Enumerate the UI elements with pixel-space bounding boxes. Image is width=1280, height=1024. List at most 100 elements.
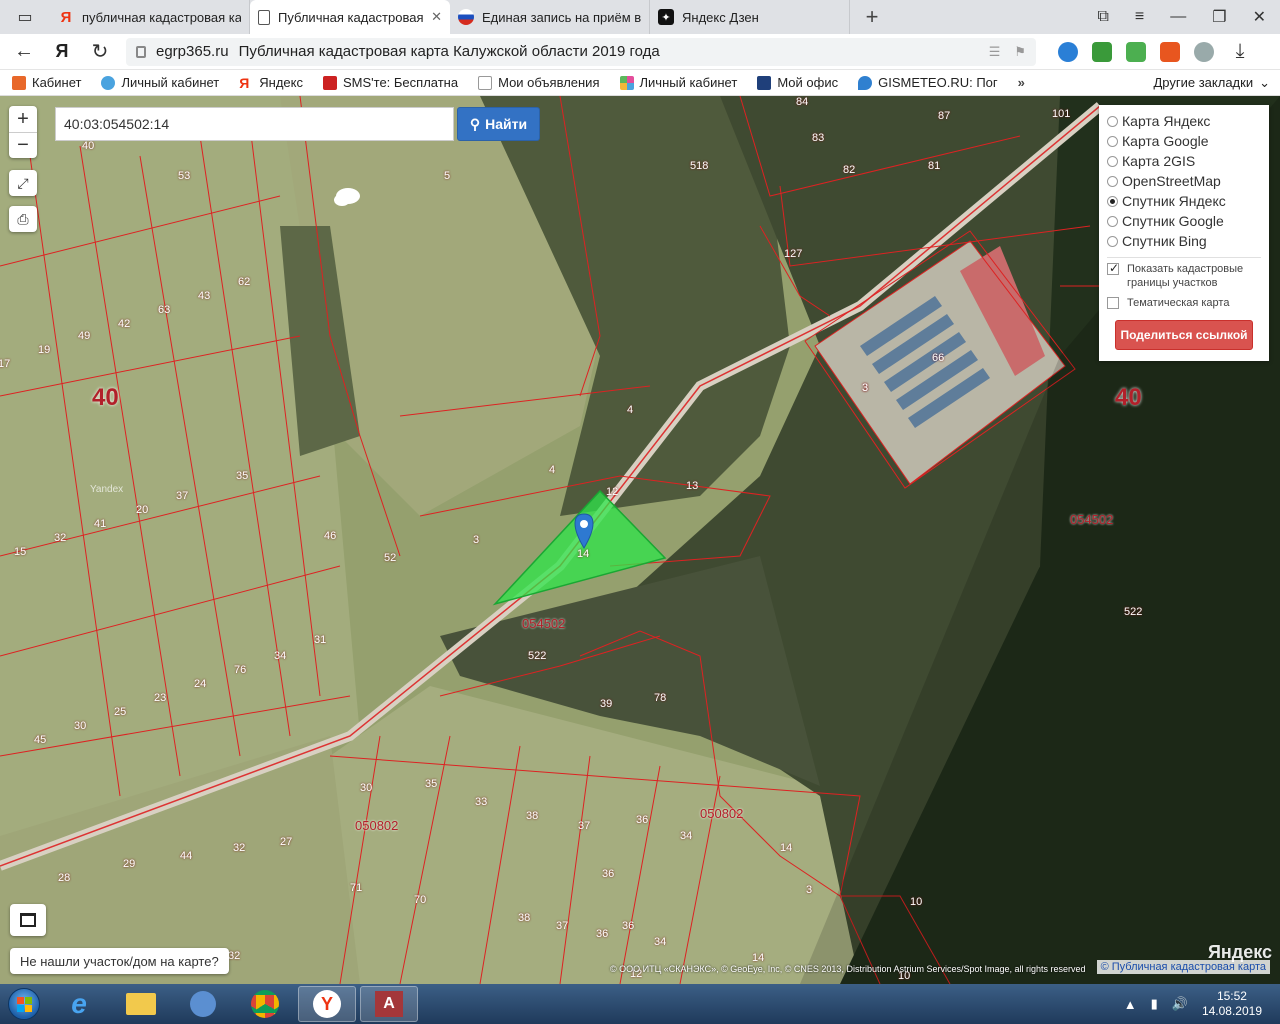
tab-title: Единая запись на приём в bbox=[482, 9, 641, 25]
house-help-button[interactable] bbox=[10, 904, 46, 936]
parcel-number: 32 bbox=[54, 532, 67, 544]
ext-download-icon[interactable] bbox=[1126, 41, 1146, 62]
radio-icon[interactable] bbox=[1107, 115, 1118, 127]
chrome-icon[interactable] bbox=[236, 986, 294, 1022]
layer-option[interactable]: Спутник Google bbox=[1107, 211, 1261, 231]
parcel-number: 34 bbox=[680, 830, 693, 842]
access-icon[interactable]: A bbox=[360, 986, 418, 1022]
start-button[interactable] bbox=[0, 984, 48, 1024]
bookmark-item[interactable]: Мои объявления bbox=[478, 75, 600, 90]
bookmark-item[interactable]: Мой офис bbox=[757, 75, 838, 90]
downloads-icon[interactable]: ⤓ bbox=[1228, 40, 1252, 63]
volume-icon[interactable]: 🔊 bbox=[1172, 996, 1188, 1012]
more-bookmarks-icon[interactable]: » bbox=[1018, 75, 1025, 90]
yandex-logo-icon[interactable]: Я bbox=[50, 41, 74, 62]
radio-icon[interactable] bbox=[1107, 175, 1118, 187]
bookmark-collection-icon[interactable]: ⧉ bbox=[1097, 8, 1108, 26]
thematic-map-option[interactable]: Тематическая карта bbox=[1107, 296, 1261, 310]
office-icon[interactable] bbox=[1160, 41, 1180, 62]
tab-3[interactable]: Единая запись на приём в bbox=[450, 0, 650, 34]
quarter-label: 054502 bbox=[1070, 512, 1114, 527]
network-icon[interactable]: ▮ bbox=[1151, 996, 1158, 1012]
radio-icon[interactable] bbox=[1107, 135, 1118, 147]
minimize-icon[interactable]: — bbox=[1170, 8, 1186, 26]
bookmark-item[interactable]: Личный кабинет bbox=[101, 75, 219, 90]
fullscreen-button[interactable]: ⤢ bbox=[9, 170, 37, 196]
tab-2-active[interactable]: Публичная кадастровая ✕ bbox=[250, 0, 450, 34]
parcel-number: 522 bbox=[528, 650, 547, 662]
reader-mode-icon[interactable]: ☰ bbox=[989, 44, 1001, 60]
show-borders-option[interactable]: Показать кадастровые границы участков bbox=[1107, 261, 1261, 290]
url-field[interactable]: egrp365.ru Публичная кадастровая карта К… bbox=[126, 37, 1036, 66]
bookmark-item[interactable]: Личный кабинет bbox=[619, 75, 737, 90]
file-explorer-icon[interactable] bbox=[112, 986, 170, 1022]
parcel-number: 52 bbox=[384, 552, 397, 564]
cadastral-number-search-input[interactable] bbox=[55, 107, 454, 141]
menu-icon[interactable]: ≡ bbox=[1135, 8, 1144, 26]
close-window-icon[interactable]: ✕ bbox=[1253, 7, 1266, 27]
parcel-number: 24 bbox=[194, 678, 207, 690]
other-bookmarks[interactable]: Другие закладки ⌄ bbox=[1153, 75, 1280, 91]
cadastral-map[interactable]: 40 40 054502 054502 050802 050802 Yandex 14 40 53… bbox=[0, 96, 1280, 984]
not-found-link[interactable]: Не нашли участок/дом на карте? bbox=[10, 948, 229, 974]
lock-icon bbox=[136, 45, 146, 58]
ext-shield-icon[interactable] bbox=[1092, 41, 1112, 62]
ext-gear-icon[interactable] bbox=[1194, 41, 1214, 62]
new-tab-button[interactable]: + bbox=[850, 0, 894, 34]
zoom-out-button[interactable]: − bbox=[9, 132, 37, 158]
bookmark-favicon-icon bbox=[757, 75, 772, 90]
layer-option[interactable]: Карта Google bbox=[1107, 131, 1261, 151]
parcel-number: 37 bbox=[556, 920, 569, 932]
radio-icon[interactable] bbox=[1107, 215, 1118, 227]
back-arrow-icon[interactable]: ← bbox=[12, 40, 36, 63]
layer-option[interactable]: Карта 2GIS bbox=[1107, 151, 1261, 171]
tab-4[interactable]: ✦ Яндекс Дзен bbox=[650, 0, 850, 34]
layer-option[interactable]: OpenStreetMap bbox=[1107, 171, 1261, 191]
close-tab-icon[interactable]: ✕ bbox=[431, 9, 442, 25]
bookmark-favicon-icon bbox=[322, 75, 337, 90]
tab-1[interactable]: Я публичная кадастровая ка bbox=[50, 0, 250, 34]
parcel-number: 45 bbox=[34, 734, 47, 746]
tray-expand-icon[interactable]: ▲ bbox=[1124, 997, 1137, 1012]
layer-option-selected[interactable]: Спутник Яндекс bbox=[1107, 191, 1261, 211]
bookmark-icon[interactable]: ⚑ bbox=[1014, 44, 1026, 60]
radio-selected-icon[interactable] bbox=[1107, 195, 1118, 207]
print-button[interactable]: ⎙ bbox=[9, 206, 37, 232]
bookmarks-bar: Кабинет Личный кабинет Я Яндекс SMS'те: Б… bbox=[0, 70, 1280, 96]
expand-icon: ⤢ bbox=[17, 174, 29, 191]
zoom-in-button[interactable]: + bbox=[9, 106, 37, 132]
layer-panel: Карта Яндекс Карта Google Карта 2GIS Ope… bbox=[1099, 105, 1269, 361]
bookmark-item[interactable]: Я Яндекс bbox=[239, 75, 303, 90]
parcel-number: 53 bbox=[178, 170, 191, 182]
cloud-upload-icon[interactable] bbox=[1058, 41, 1078, 62]
search-button[interactable]: ⚲ Найти bbox=[457, 107, 540, 141]
parcel-number: 29 bbox=[123, 858, 136, 870]
parcel-number: 70 bbox=[414, 894, 427, 906]
media-player-icon[interactable] bbox=[174, 986, 232, 1022]
clock[interactable]: 15:52 14.08.2019 bbox=[1202, 989, 1262, 1019]
radio-icon[interactable] bbox=[1107, 155, 1118, 167]
reload-icon[interactable]: ↻ bbox=[88, 39, 112, 64]
sidebar-toggle-icon[interactable]: ▭ bbox=[0, 0, 50, 34]
bookmark-item[interactable]: SMS'те: Бесплатна bbox=[322, 75, 458, 90]
share-link-button[interactable]: Поделиться ссылкой bbox=[1115, 320, 1253, 350]
parcel-number: 5 bbox=[444, 170, 451, 182]
extensions: ⤓ bbox=[1050, 40, 1252, 63]
parcel-number: 36 bbox=[602, 868, 615, 880]
layer-option[interactable]: Спутник Bing bbox=[1107, 231, 1261, 251]
parcel-number: 66 bbox=[932, 352, 945, 364]
layer-option[interactable]: Карта Яндекс bbox=[1107, 111, 1261, 131]
checkbox-checked[interactable] bbox=[1107, 261, 1119, 275]
checkbox[interactable] bbox=[1107, 297, 1119, 309]
quarter-label: 050802 bbox=[700, 806, 744, 821]
restore-icon[interactable]: ❐ bbox=[1212, 7, 1226, 27]
internet-explorer-icon[interactable]: e bbox=[50, 986, 108, 1022]
bookmark-item[interactable]: Кабинет bbox=[12, 75, 81, 90]
cadastral-copyright-link[interactable]: © Публичная кадастровая карта bbox=[1096, 960, 1270, 974]
radio-icon[interactable] bbox=[1107, 235, 1118, 247]
parcel-number: 14 bbox=[780, 842, 793, 854]
yandex-browser-icon[interactable]: Y bbox=[298, 986, 356, 1022]
bookmark-item[interactable]: GISMETEO.RU: Пог bbox=[858, 75, 998, 90]
parcel-number: 87 bbox=[938, 110, 951, 122]
russia-flag-favicon-icon bbox=[458, 9, 474, 25]
